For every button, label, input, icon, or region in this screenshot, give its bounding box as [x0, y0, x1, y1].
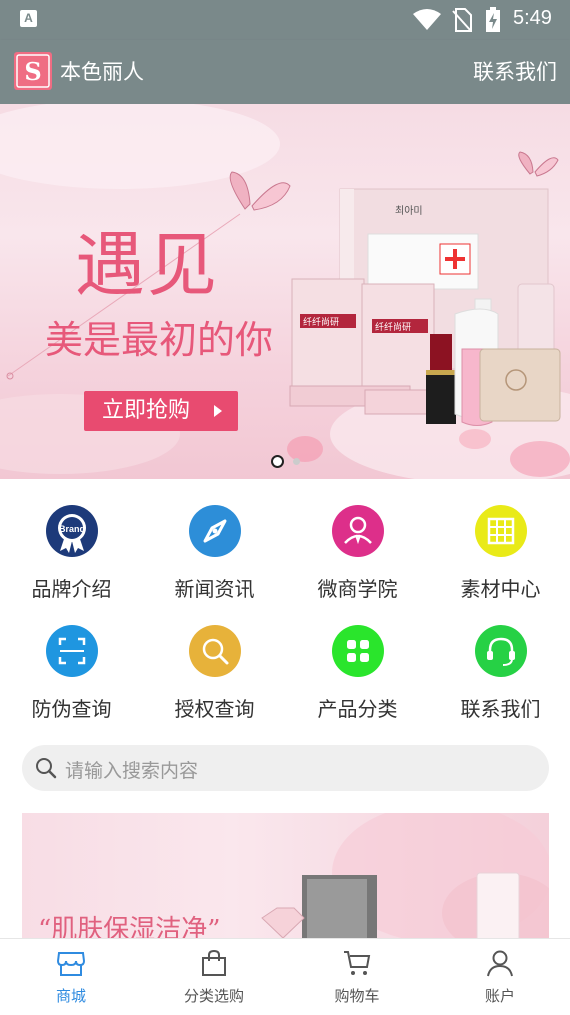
brand-badge-icon: Brand [45, 505, 98, 557]
carousel-dot[interactable] [293, 458, 300, 465]
banner-subline: 美是最初的你 [45, 318, 274, 362]
svg-text:纤纤尚研: 纤纤尚研 [375, 321, 411, 333]
app-bar: S 本色丽人 联系我们 [0, 40, 570, 104]
store-icon [56, 952, 86, 976]
no-sim-icon [452, 8, 472, 32]
material-grid-icon [474, 505, 527, 557]
status-bar: A 5:49 [0, 0, 570, 40]
search-input[interactable]: 请输入搜索内容 [65, 756, 198, 783]
butterfly-icon [518, 151, 559, 177]
grid-item-label: 素材中心 [460, 577, 541, 601]
grid-item-categories[interactable]: 产品分类 [286, 625, 429, 722]
headset-icon [474, 625, 527, 677]
scan-icon [45, 625, 98, 677]
grid-item-label: 产品分类 [317, 697, 398, 721]
grid-item-brand-intro[interactable]: Brand 品牌介绍 [0, 505, 143, 602]
tab-account[interactable]: 账户 [429, 949, 570, 1006]
buy-now-label: 立即抢购 [102, 398, 191, 423]
grid-item-label: 新闻资讯 [174, 577, 255, 601]
search-bar[interactable]: 请输入搜索内容 [22, 745, 549, 791]
bottom-tab-bar: 商城 分类选购 购物车 账户 [0, 938, 570, 1015]
grid-item-label: 品牌介绍 [31, 577, 112, 601]
grid-item-news[interactable]: 新闻资讯 [143, 505, 286, 602]
battery-charging-icon [486, 7, 500, 32]
wifi-icon [413, 9, 441, 30]
contact-us-link[interactable]: 联系我们 [473, 56, 557, 86]
magnifier-icon [188, 625, 241, 677]
brand-logo[interactable]: S [14, 52, 52, 90]
app-title: 本色丽人 [60, 60, 144, 84]
tab-category-shop[interactable]: 分类选购 [143, 949, 285, 1006]
grid-item-label: 防伪查询 [31, 697, 112, 721]
hero-banner[interactable]: 최아미 纤纤尚研 纤纤尚研 遇见 美是最初的你 立即抢购 [0, 104, 570, 479]
clock: 5:49 [513, 7, 552, 29]
carousel-dot-active[interactable] [271, 455, 284, 468]
svg-text:Brand: Brand [58, 524, 84, 534]
compass-icon [188, 505, 241, 557]
tab-label: 分类选购 [183, 987, 244, 1005]
grid-item-academy[interactable]: 微商学院 [286, 505, 429, 602]
tab-label: 账户 [484, 987, 515, 1005]
cart-icon [344, 951, 371, 975]
tab-store[interactable]: 商城 [0, 949, 142, 1006]
grid-item-label: 微商学院 [317, 577, 398, 601]
grid-item-authorization[interactable]: 授权查询 [143, 625, 286, 722]
svg-text:纤纤尚研: 纤纤尚研 [303, 316, 339, 328]
grid-item-materials[interactable]: 素材中心 [429, 505, 570, 602]
grid-item-label: 授权查询 [174, 697, 255, 721]
tab-cart[interactable]: 购物车 [286, 949, 428, 1006]
buy-now-button[interactable]: 立即抢购 [84, 391, 238, 431]
butterfly-icon [229, 171, 291, 211]
app-indicator-icon: A [20, 10, 37, 27]
promo-banner[interactable]: “肌肤保湿洁净” [22, 813, 549, 943]
category-icon [331, 625, 384, 677]
svg-text:최아미: 최아미 [395, 205, 423, 217]
banner-headline: 遇见 [75, 224, 219, 306]
search-icon [36, 758, 57, 779]
tab-label: 商城 [55, 987, 86, 1005]
tab-label: 购物车 [334, 987, 380, 1005]
bag-icon [202, 949, 226, 976]
svg-text:S: S [24, 57, 41, 86]
person-icon [331, 505, 384, 557]
user-icon [487, 950, 513, 977]
grid-item-anti-counterfeit[interactable]: 防伪查询 [0, 625, 143, 722]
grid-item-contact[interactable]: 联系我们 [429, 625, 570, 722]
logo-s-icon: S [16, 54, 50, 88]
grid-item-label: 联系我们 [460, 697, 541, 721]
arrow-right-icon [214, 405, 222, 417]
